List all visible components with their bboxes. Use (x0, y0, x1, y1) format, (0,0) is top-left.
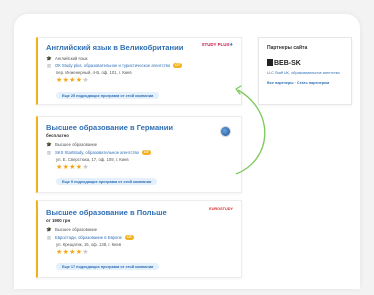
building-icon: ▥ (46, 149, 52, 155)
program-price: бесплатно (46, 133, 69, 138)
partners-panel: Партнеры сайта BEB-SK LLC Staff UK, обра… (258, 37, 352, 105)
program-title[interactable]: Высшее образование в Польше (46, 208, 167, 217)
more-programs-button[interactable]: Еще 17 подходящих программ от этой компа… (56, 263, 160, 270)
graduation-cap-icon: 🎓 (46, 226, 52, 232)
program-company: ▥ Евростади, образование в Европе ОТ (46, 234, 134, 241)
partners-title: Партнеры сайта (267, 45, 308, 51)
program-price: от 1900 грн (46, 218, 71, 223)
building-icon: ▥ (46, 234, 52, 240)
program-card[interactable]: Высшее образование в Польше от 1900 грн … (36, 200, 242, 278)
rating-stars: ★★★★★ (56, 164, 89, 171)
partners-links[interactable]: Все партнеры · Стать партнером (267, 81, 329, 85)
program-company: ▥ ОК Study plus, образовательное и турист… (46, 62, 183, 69)
rating-stars: ★★★★★ (56, 77, 89, 84)
company-logo (220, 126, 231, 137)
more-programs-button[interactable]: Еще 9 подходящих программ от этой компан… (56, 178, 158, 185)
company-badge: ОТ (173, 63, 183, 68)
company-link[interactable]: SKS Startstudy, образовательное агентств… (55, 150, 139, 155)
company-address: пер. Инженерный, 4-Б, оф. 101, г. Киев (56, 70, 132, 75)
company-link[interactable]: Евростади, образование в Европе (55, 235, 122, 240)
company-address: ул. Крещатик, 15, оф. 138, г. Киев (56, 242, 122, 247)
program-title[interactable]: Высшее образование в Германии (46, 123, 173, 132)
company-link[interactable]: ОК Study plus, образовательное и туристи… (55, 63, 170, 68)
program-title[interactable]: Английский язык в Великобритании (46, 43, 183, 52)
building-icon: ▥ (46, 62, 52, 68)
program-subject: 🎓 Высшее образование (46, 141, 98, 148)
program-subject: 🎓 Английский язык (46, 55, 88, 62)
graduation-cap-icon: 🎓 (46, 141, 52, 147)
partner-logo-icon (267, 59, 273, 66)
program-company: ▥ SKS Startstudy, образовательное агентст… (46, 149, 151, 156)
company-badge: ОТ (124, 235, 134, 240)
graduation-cap-icon: 🎓 (46, 55, 52, 61)
company-logo: EUROSTUDY (209, 207, 233, 211)
partner-logo[interactable]: BEB-SK (267, 59, 301, 67)
rating-stars: ★★★★★ (56, 249, 89, 256)
company-badge: ОТ (141, 150, 151, 155)
program-card[interactable]: Высшее образование в Германии бесплатно … (36, 116, 242, 193)
program-subject: 🎓 Высшее образование (46, 226, 98, 233)
program-card[interactable]: Английский язык в Великобритании STUDY P… (36, 37, 242, 105)
company-address: ул. Е. Сверстюка, 17, оф. 109, г. Киев (56, 157, 129, 162)
company-logo: STUDY PLUS✈ (201, 42, 233, 47)
more-programs-button[interactable]: Еще 25 подходящих программ от этой компа… (56, 92, 160, 99)
partner-description[interactable]: LLC Staff UK, образовательное агентство (267, 71, 340, 75)
